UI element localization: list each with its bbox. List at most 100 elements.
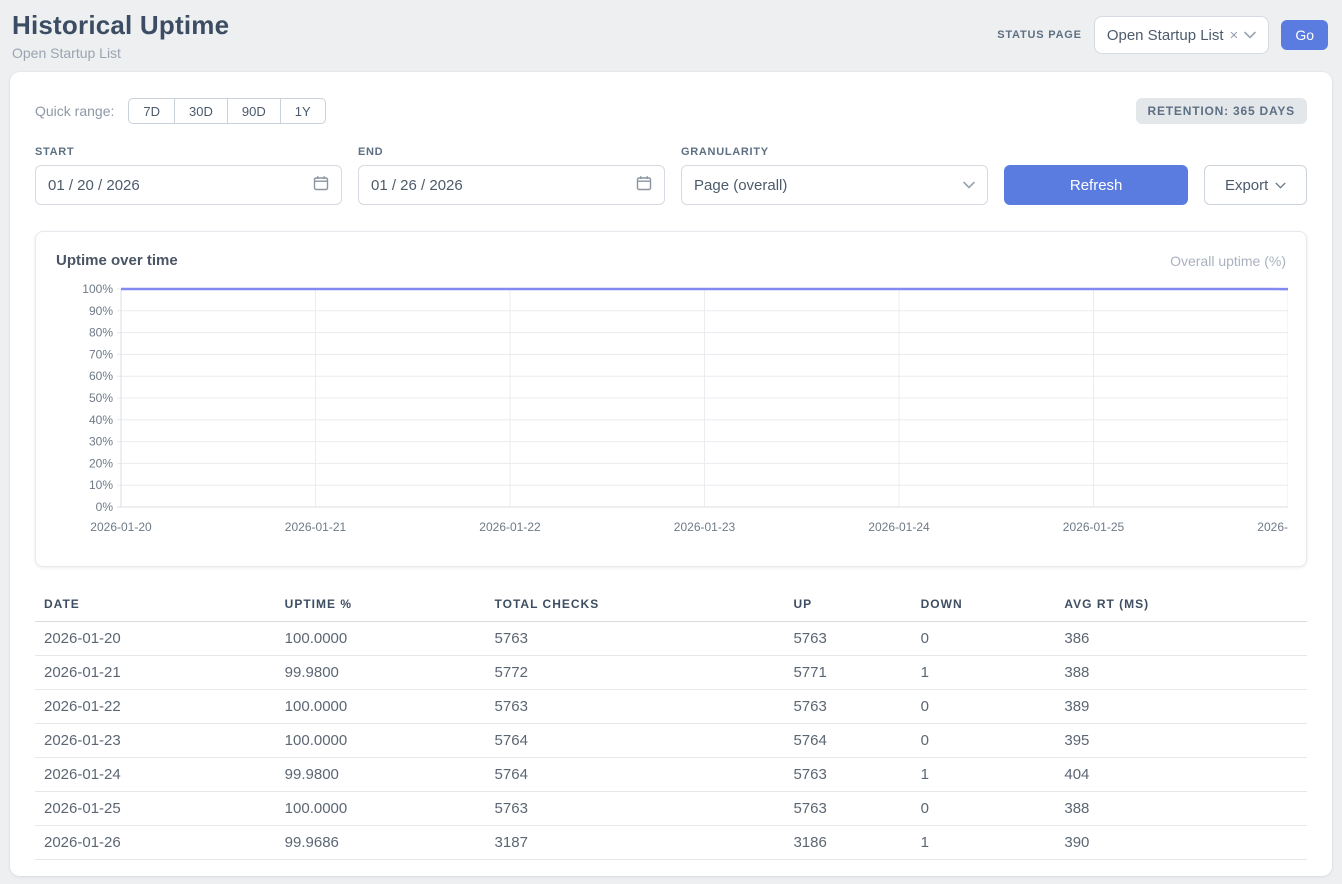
refresh-button[interactable]: Refresh — [1004, 165, 1188, 205]
go-button[interactable]: Go — [1281, 20, 1328, 50]
status-page-label: STATUS PAGE — [997, 29, 1082, 41]
export-button[interactable]: Export — [1204, 165, 1307, 205]
calendar-icon[interactable] — [636, 175, 652, 195]
cell-date: 2026-01-22 — [35, 690, 277, 724]
status-page-select[interactable]: Open Startup List × — [1094, 16, 1270, 54]
top-header: Historical Uptime Open Startup List STAT… — [0, 0, 1342, 72]
cell-up: 5763 — [785, 622, 912, 656]
svg-text:2026-01-23: 2026-01-23 — [674, 520, 736, 534]
chart-header: Uptime over time Overall uptime (%) — [56, 252, 1286, 269]
start-date-value: 01 / 20 / 2026 — [48, 177, 313, 194]
cell-date: 2026-01-23 — [35, 724, 277, 758]
table-row: 2026-01-24 99.9800 5764 5763 1 404 — [35, 758, 1307, 792]
cell-avg-rt: 390 — [1056, 826, 1307, 860]
page-subtitle: Open Startup List — [12, 45, 229, 61]
svg-text:80%: 80% — [89, 326, 113, 340]
chevron-down-icon — [1275, 182, 1286, 189]
cell-uptime: 99.9686 — [277, 826, 487, 860]
svg-text:2026-01-25: 2026-01-25 — [1063, 520, 1125, 534]
svg-text:20%: 20% — [89, 456, 113, 470]
col-header-uptime: UPTIME % — [277, 591, 487, 622]
cell-up: 3186 — [785, 826, 912, 860]
title-block: Historical Uptime Open Startup List — [12, 10, 229, 61]
chart-plot-area: 0%10%20%30%40%50%60%70%80%90%100%2026-01… — [56, 279, 1288, 541]
cell-total-checks: 5764 — [487, 758, 786, 792]
cell-up: 5763 — [785, 758, 912, 792]
end-field-group: END 01 / 26 / 2026 — [358, 146, 665, 205]
cell-total-checks: 5763 — [487, 622, 786, 656]
table-row: 2026-01-22 100.0000 5763 5763 0 389 — [35, 690, 1307, 724]
cell-down: 0 — [913, 724, 1057, 758]
cell-uptime: 100.0000 — [277, 622, 487, 656]
quick-range-1y[interactable]: 1Y — [280, 98, 326, 124]
table-row: 2026-01-21 99.9800 5772 5771 1 388 — [35, 656, 1307, 690]
start-date-input[interactable]: 01 / 20 / 2026 — [35, 165, 342, 205]
quick-range-row: Quick range: 7D 30D 90D 1Y RETENTION: 36… — [35, 98, 1307, 124]
cell-date: 2026-01-25 — [35, 792, 277, 826]
chart-legend: Overall uptime (%) — [1170, 253, 1286, 269]
cell-uptime: 100.0000 — [277, 690, 487, 724]
svg-text:100%: 100% — [82, 282, 113, 296]
svg-text:60%: 60% — [89, 369, 113, 383]
table-header-row: DATE UPTIME % TOTAL CHECKS UP DOWN AVG R… — [35, 591, 1307, 622]
table-row: 2026-01-20 100.0000 5763 5763 0 386 — [35, 622, 1307, 656]
cell-avg-rt: 388 — [1056, 792, 1307, 826]
svg-text:2026-01-22: 2026-01-22 — [479, 520, 541, 534]
export-label: Export — [1225, 177, 1268, 194]
cell-total-checks: 5763 — [487, 690, 786, 724]
cell-total-checks: 3187 — [487, 826, 786, 860]
page-title: Historical Uptime — [12, 10, 229, 41]
cell-avg-rt: 386 — [1056, 622, 1307, 656]
cell-date: 2026-01-21 — [35, 656, 277, 690]
cell-down: 0 — [913, 622, 1057, 656]
chevron-down-icon — [963, 181, 975, 189]
chevron-down-icon — [1244, 31, 1256, 39]
svg-text:2026-01-26: 2026-01-26 — [1257, 520, 1288, 534]
svg-text:0%: 0% — [96, 500, 114, 514]
uptime-table-body: 2026-01-20 100.0000 5763 5763 0 386 2026… — [35, 622, 1307, 860]
end-date-input[interactable]: 01 / 26 / 2026 — [358, 165, 665, 205]
svg-text:10%: 10% — [89, 478, 113, 492]
cell-avg-rt: 389 — [1056, 690, 1307, 724]
main-panel: Quick range: 7D 30D 90D 1Y RETENTION: 36… — [10, 72, 1332, 876]
chart-title: Uptime over time — [56, 252, 178, 269]
col-header-down: DOWN — [913, 591, 1057, 622]
uptime-chart: 0%10%20%30%40%50%60%70%80%90%100%2026-01… — [56, 279, 1286, 546]
cell-uptime: 100.0000 — [277, 792, 487, 826]
table-row: 2026-01-23 100.0000 5764 5764 0 395 — [35, 724, 1307, 758]
svg-text:90%: 90% — [89, 304, 113, 318]
filter-fields-row: START 01 / 20 / 2026 END 01 / 26 / 2026 … — [35, 146, 1307, 205]
col-header-total-checks: TOTAL CHECKS — [487, 591, 786, 622]
granularity-value: Page (overall) — [694, 177, 963, 194]
table-row: 2026-01-26 99.9686 3187 3186 1 390 — [35, 826, 1307, 860]
quick-range-90d[interactable]: 90D — [227, 98, 280, 124]
retention-badge: RETENTION: 365 DAYS — [1136, 98, 1307, 124]
svg-text:30%: 30% — [89, 435, 113, 449]
clear-selection-icon[interactable]: × — [1230, 28, 1239, 43]
svg-text:40%: 40% — [89, 413, 113, 427]
uptime-table-wrap: DATE UPTIME % TOTAL CHECKS UP DOWN AVG R… — [35, 591, 1307, 860]
cell-date: 2026-01-26 — [35, 826, 277, 860]
col-header-date: DATE — [35, 591, 277, 622]
svg-text:2026-01-21: 2026-01-21 — [285, 520, 347, 534]
cell-up: 5763 — [785, 690, 912, 724]
granularity-label: GRANULARITY — [681, 146, 988, 158]
calendar-icon[interactable] — [313, 175, 329, 195]
quick-range-label: Quick range: — [35, 103, 114, 119]
start-field-group: START 01 / 20 / 2026 — [35, 146, 342, 205]
granularity-select[interactable]: Page (overall) — [681, 165, 988, 205]
cell-up: 5771 — [785, 656, 912, 690]
header-controls: STATUS PAGE Open Startup List × Go — [997, 16, 1328, 54]
status-page-value: Open Startup List — [1107, 27, 1224, 44]
uptime-table: DATE UPTIME % TOTAL CHECKS UP DOWN AVG R… — [35, 591, 1307, 860]
col-header-up: UP — [785, 591, 912, 622]
svg-text:2026-01-20: 2026-01-20 — [90, 520, 152, 534]
cell-down: 1 — [913, 826, 1057, 860]
quick-range-30d[interactable]: 30D — [174, 98, 227, 124]
end-date-value: 01 / 26 / 2026 — [371, 177, 636, 194]
start-label: START — [35, 146, 342, 158]
cell-avg-rt: 388 — [1056, 656, 1307, 690]
svg-text:50%: 50% — [89, 391, 113, 405]
quick-range-7d[interactable]: 7D — [128, 98, 174, 124]
cell-avg-rt: 395 — [1056, 724, 1307, 758]
